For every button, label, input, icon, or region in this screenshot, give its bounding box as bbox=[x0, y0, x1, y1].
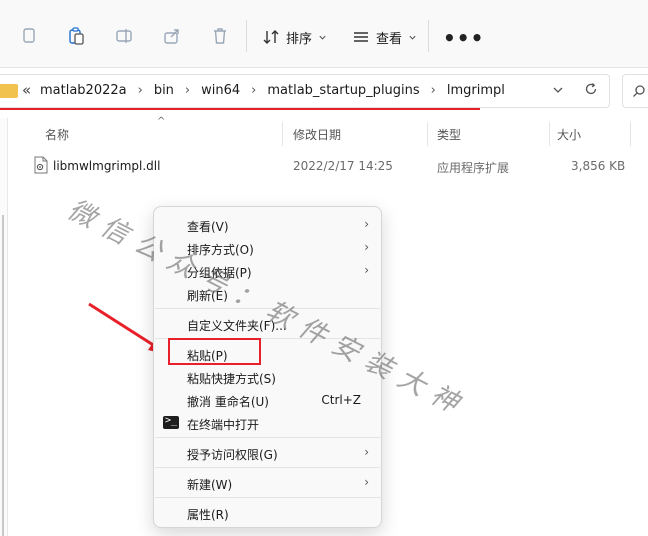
rename-icon[interactable] bbox=[113, 25, 135, 47]
breadcrumb-item[interactable]: win64 bbox=[201, 83, 240, 98]
menu-item-label: 查看(V) bbox=[187, 220, 229, 234]
file-row[interactable]: libmwlmgrimpl.dll 2022/2/17 14:25 应用程序扩展… bbox=[24, 152, 644, 180]
menu-item-label: 授予访问权限(G) bbox=[187, 448, 278, 462]
sort-icon bbox=[263, 30, 279, 44]
breadcrumb-item[interactable]: bin bbox=[154, 83, 174, 98]
toolbar-divider bbox=[428, 20, 429, 52]
menu-item-shortcut: Ctrl+Z bbox=[321, 393, 361, 407]
submenu-chevron-icon: › bbox=[364, 240, 369, 254]
menu-separator bbox=[155, 467, 382, 468]
annotation-highlight-box bbox=[168, 338, 261, 365]
menu-item-new[interactable]: 新建(W) › bbox=[154, 472, 381, 494]
breadcrumb-item[interactable]: matlab2022a bbox=[40, 83, 127, 98]
terminal-icon: >_ bbox=[163, 415, 179, 429]
more-options-button[interactable]: ••• bbox=[443, 26, 484, 50]
menu-item-view[interactable]: 查看(V) › bbox=[154, 214, 381, 236]
refresh-icon[interactable] bbox=[584, 82, 598, 96]
menu-item-properties[interactable]: 属性(R) bbox=[154, 502, 381, 524]
toolbar-divider bbox=[246, 20, 247, 52]
copy-icon[interactable] bbox=[18, 25, 40, 47]
menu-item-label: 粘贴快捷方式(S) bbox=[187, 372, 276, 386]
column-divider[interactable] bbox=[630, 122, 631, 146]
menu-separator bbox=[155, 437, 382, 438]
command-bar: 排序 查看 ••• bbox=[0, 0, 648, 68]
menu-item-undo-rename[interactable]: 撤消 重命名(U) Ctrl+Z bbox=[154, 389, 381, 411]
column-header-size[interactable]: 大小 bbox=[557, 126, 581, 143]
menu-item-paste-shortcut[interactable]: 粘贴快捷方式(S) bbox=[154, 366, 381, 388]
menu-item-label: 在终端中打开 bbox=[187, 418, 260, 432]
submenu-chevron-icon: › bbox=[364, 475, 369, 489]
share-icon[interactable] bbox=[161, 25, 183, 47]
paste-icon[interactable] bbox=[65, 25, 87, 47]
column-divider[interactable] bbox=[282, 122, 283, 146]
annotation-underline bbox=[0, 108, 480, 110]
menu-item-label: 新建(W) bbox=[187, 478, 233, 492]
sort-indicator-icon: ^ bbox=[157, 116, 166, 127]
sort-button[interactable]: 排序 bbox=[262, 24, 327, 50]
view-button[interactable]: 查看 bbox=[352, 24, 417, 50]
sort-label: 排序 bbox=[286, 31, 313, 47]
address-bar[interactable]: « matlab2022a › bin › win64 › matlab_sta… bbox=[0, 74, 610, 108]
folder-icon bbox=[0, 84, 18, 98]
breadcrumb-item[interactable]: matlab_startup_plugins bbox=[267, 83, 419, 98]
breadcrumb-separator[interactable]: › bbox=[185, 83, 190, 98]
menu-item-label: 属性(R) bbox=[187, 508, 229, 522]
submenu-chevron-icon: › bbox=[364, 217, 369, 231]
scrollbar[interactable] bbox=[2, 215, 4, 536]
dll-file-icon bbox=[34, 156, 48, 174]
delete-icon[interactable] bbox=[209, 25, 231, 47]
file-type: 应用程序扩展 bbox=[437, 161, 510, 175]
breadcrumb-item[interactable]: lmgrimpl bbox=[447, 83, 505, 98]
view-icon bbox=[354, 32, 368, 42]
breadcrumb-separator[interactable]: › bbox=[138, 83, 143, 98]
column-header-modified[interactable]: 修改日期 bbox=[293, 126, 341, 143]
submenu-chevron-icon: › bbox=[364, 263, 369, 277]
submenu-chevron-icon: › bbox=[364, 445, 369, 459]
search-icon bbox=[633, 85, 645, 97]
breadcrumb-overflow[interactable]: « bbox=[22, 81, 31, 99]
breadcrumb-separator[interactable]: › bbox=[251, 83, 256, 98]
file-name: libmwlmgrimpl.dll bbox=[53, 159, 161, 173]
breadcrumb-separator[interactable]: › bbox=[431, 83, 436, 98]
column-header-name[interactable]: 名称 bbox=[45, 126, 69, 143]
menu-separator bbox=[155, 497, 382, 498]
menu-item-open-in-terminal[interactable]: >_ 在终端中打开 bbox=[154, 412, 381, 434]
view-label: 查看 bbox=[376, 31, 403, 47]
column-header-type[interactable]: 类型 bbox=[437, 126, 461, 143]
file-size: 3,856 KB bbox=[571, 159, 626, 173]
column-divider[interactable] bbox=[427, 122, 428, 146]
menu-item-label: 撤消 重命名(U) bbox=[187, 395, 269, 409]
address-dropdown-icon[interactable] bbox=[552, 84, 564, 96]
breadcrumb: matlab2022a › bin › win64 › matlab_start… bbox=[40, 83, 505, 98]
file-modified: 2022/2/17 14:25 bbox=[293, 159, 393, 173]
chevron-down-icon bbox=[409, 35, 416, 40]
chevron-down-icon bbox=[319, 35, 326, 40]
column-divider[interactable] bbox=[549, 122, 550, 146]
menu-item-give-access[interactable]: 授予访问权限(G) › bbox=[154, 442, 381, 464]
